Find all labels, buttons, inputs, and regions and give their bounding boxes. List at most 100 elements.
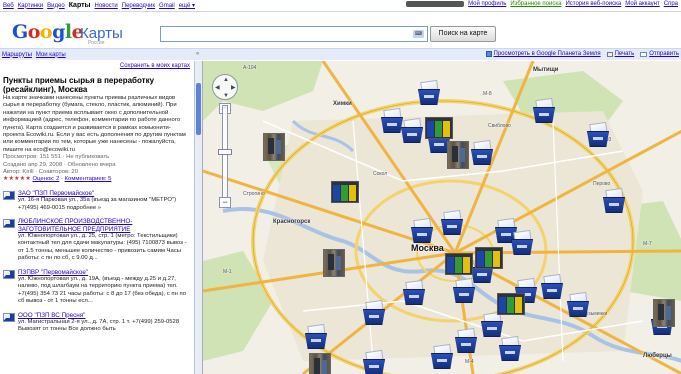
recycle-box-icon[interactable] [3,219,15,229]
gbar-link-account[interactable]: Мой аккаунт [625,1,659,7]
recycle-marker-icon[interactable] [363,299,387,327]
recycle-marker-icon[interactable] [567,291,591,319]
gbar-link-web[interactable]: Веб [3,3,14,9]
account-email-redacted [406,1,465,7]
tab-routes[interactable]: Маршруты [2,52,32,58]
earth-view-link[interactable]: Просмотреть в Google Планета Земля [485,51,601,57]
recycle-marker-icon[interactable] [481,311,505,339]
recycle-marker-icon[interactable] [499,335,523,363]
region-label: Россия [88,40,105,46]
gbar-link-favorites[interactable]: Избранное поиска [510,1,561,7]
recycle-bins-marker[interactable] [445,253,473,275]
map-canvas[interactable]: Мытищи Химки Красногорск Москва Люберцы … [202,61,681,374]
road-m7: M-7 [643,241,652,247]
panel-scrollbar[interactable] [194,61,202,374]
recycle-bins-marker[interactable] [475,247,503,269]
print-link[interactable]: Печать [606,51,635,57]
scrollbar-thumb[interactable] [196,83,201,135]
gbar-link-help[interactable]: Спра [664,1,678,7]
map-rating: ★★★★★ Оценок: 2 · Комментариев: 5 [3,176,112,183]
gbar-link-more[interactable]: ещё ▾ [179,2,195,9]
recycle-bins-marker[interactable] [497,293,525,315]
place-krasnogorsk: Красногорск [273,219,311,225]
photo-marker[interactable] [263,133,285,161]
map-created: Создано апр 29, 2008 · Обновлено вчера [3,161,116,168]
search-map-button[interactable]: Поиск на карте [430,26,496,42]
envelope-icon [640,51,648,57]
header: Google Карты Россия ⌨ Поиск на карте [0,13,681,47]
recycle-marker-icon[interactable] [401,117,425,145]
gbar-link-video[interactable]: Видео [47,3,65,9]
pan-down-icon[interactable]: ▼ [223,93,229,99]
recycle-marker-icon[interactable] [587,121,611,149]
list-item-text: ул. 16-я Парковая ул., 35а (въезд за маг… [18,197,177,211]
collapse-panel-button[interactable]: « [196,51,199,57]
tab-my-maps[interactable]: Мои карты [36,52,66,58]
photo-marker[interactable] [309,353,331,374]
google-logo[interactable]: Google [12,21,84,43]
gbar-link-history[interactable]: История веб-поиска [565,1,621,7]
recycle-marker-icon[interactable] [441,209,465,237]
list-item-title[interactable]: ЗАО "ПЗП Первомайское" [18,190,190,197]
recycle-marker-icon[interactable] [411,217,435,245]
list-item[interactable]: ПЗПВР "Первомайское" ул. Южнопортовая ул… [3,269,190,306]
save-to-my-maps-link[interactable]: Сохранить в моих картах [3,63,190,69]
gbar-link-images[interactable]: Картинки [18,3,43,9]
print-label[interactable]: Печать [615,51,635,57]
recycle-box-icon[interactable] [3,190,15,200]
map-description: На карте значками нанесены пункты приемы… [3,95,186,153]
pan-right-icon[interactable]: ▶ [231,85,236,91]
list-item[interactable]: ЗАО "ПЗП Первомайское" ул. 16-я Парковая… [3,190,190,212]
area-perovo: Перово [593,181,611,187]
list-item-title[interactable]: ЛЮБЛИНСКОЕ ПРОИЗВОДСТВЕННО-ЗАГОТОВИТЕЛЬН… [18,218,190,233]
recycle-marker-icon[interactable] [363,349,387,374]
photo-marker[interactable] [323,249,345,277]
printer-icon [606,51,613,57]
recycle-marker-icon[interactable] [418,79,442,107]
place-khimki: Химки [333,101,352,107]
recycle-marker-icon[interactable] [603,187,627,215]
road-m4: M-4 [465,359,474,365]
recycle-box-icon[interactable] [3,269,15,279]
comments-link[interactable]: Комментариев: 5 [65,176,112,182]
pan-control[interactable]: ▲ ▼ ◀ ▶ [212,74,238,100]
place-lyubertsy: Люберцы [643,353,672,359]
photo-marker[interactable] [653,299,675,327]
recycle-bins-marker[interactable] [331,181,359,203]
gbar-link-news[interactable]: Новости [95,3,118,9]
search-input[interactable]: ⌨ [160,26,428,42]
pan-left-icon[interactable]: ◀ [215,85,220,91]
gbar-link-maps: Карты [68,2,91,9]
gbar-link-profile[interactable]: Мой профиль [468,1,506,7]
map-views: Просмотров: 151 551 · Не публиковать [3,154,110,161]
list-item[interactable]: ООО "ПЗП ВС Пресня" ул. Магистральная 2-… [3,312,190,334]
list-item-title[interactable]: ПЗПВР "Первомайское" [18,269,190,276]
recycle-marker-icon[interactable] [533,97,557,125]
recycle-marker-icon[interactable] [541,273,565,301]
list-item-title[interactable]: ООО "ПЗП ВС Пресня" [18,312,190,319]
photo-marker[interactable] [447,141,469,169]
recycle-marker-icon[interactable] [305,323,329,351]
pan-up-icon[interactable]: ▲ [223,77,229,83]
ratings-link[interactable]: Оценок: 2 [33,176,60,182]
gbar-link-translate[interactable]: Переводчик [122,3,155,9]
recycle-marker-icon[interactable] [403,279,427,307]
earth-view-label[interactable]: Просмотреть в Google Планета Земля [494,51,601,57]
send-label[interactable]: Отправить [649,51,679,57]
zoom-out-button[interactable]: − [219,197,231,208]
gbar-link-gmail[interactable]: Gmail [159,3,175,9]
list-item-text: ул. Магистральная 2-я ул., д. 7А, стр. 1… [18,318,180,333]
recycle-marker-icon[interactable] [511,229,535,257]
recycle-marker-icon[interactable] [431,343,455,371]
recycle-bins-marker[interactable] [425,117,453,139]
send-link[interactable]: Отправить [640,51,679,57]
area-sokol: Сокол [373,171,388,177]
road-m1: M-1 [223,269,232,275]
recycle-box-icon[interactable] [3,312,15,322]
list-item[interactable]: ЛЮБЛИНСКОЕ ПРОИЗВОДСТВЕННО-ЗАГОТОВИТЕЛЬН… [3,218,190,262]
keyboard-icon[interactable]: ⌨ [413,30,424,38]
rating-stars[interactable]: ★★★★★ [3,176,31,182]
recycle-marker-icon[interactable] [455,327,479,355]
recycle-marker-icon[interactable] [471,139,495,167]
zoom-slider-knob[interactable] [218,149,232,155]
